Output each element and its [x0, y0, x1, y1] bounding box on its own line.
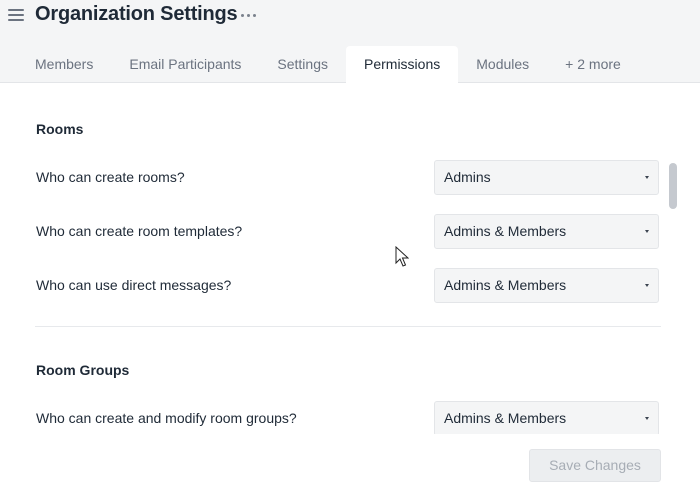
question-direct-messages: Who can use direct messages?	[36, 277, 232, 293]
tab-settings[interactable]: Settings	[259, 46, 346, 83]
tab-members[interactable]: Members	[17, 46, 111, 83]
tab-email-participants[interactable]: Email Participants	[111, 46, 259, 83]
section-divider	[35, 326, 661, 327]
select-value: Admins & Members	[444, 277, 567, 293]
select-create-room-templates[interactable]: Admins & Members	[434, 214, 659, 249]
select-direct-messages[interactable]: Admins & Members	[434, 268, 659, 303]
permissions-panel: Rooms Who can create rooms? Admins Who c…	[0, 84, 700, 434]
section-title-room-groups: Room Groups	[36, 362, 130, 378]
select-room-groups[interactable]: Admins & Members	[434, 401, 659, 434]
tab-modules[interactable]: Modules	[458, 46, 547, 83]
question-create-rooms: Who can create rooms?	[36, 169, 185, 185]
caret-down-icon	[645, 284, 649, 287]
page-title: Organization Settings	[35, 3, 238, 25]
select-value: Admins & Members	[444, 410, 567, 426]
tab-more[interactable]: + 2 more	[547, 46, 639, 83]
select-value: Admins & Members	[444, 223, 567, 239]
mouse-pointer-icon	[395, 246, 409, 267]
select-value: Admins	[444, 169, 491, 185]
section-title-rooms: Rooms	[36, 121, 84, 137]
caret-down-icon	[645, 176, 649, 179]
more-options-icon[interactable]	[239, 7, 259, 23]
select-create-rooms[interactable]: Admins	[434, 160, 659, 195]
page-header: Organization Settings Members Email Part…	[0, 0, 700, 83]
question-room-groups: Who can create and modify room groups?	[36, 410, 297, 426]
save-changes-button[interactable]: Save Changes	[529, 449, 661, 482]
tab-permissions[interactable]: Permissions	[346, 46, 459, 83]
caret-down-icon	[645, 230, 649, 233]
scrollbar-thumb[interactable]	[669, 163, 677, 209]
hamburger-menu-icon[interactable]	[7, 6, 25, 24]
question-create-room-templates: Who can create room templates?	[36, 223, 243, 239]
settings-tabs: Members Email Participants Settings Perm…	[17, 46, 639, 83]
caret-down-icon	[645, 417, 649, 420]
